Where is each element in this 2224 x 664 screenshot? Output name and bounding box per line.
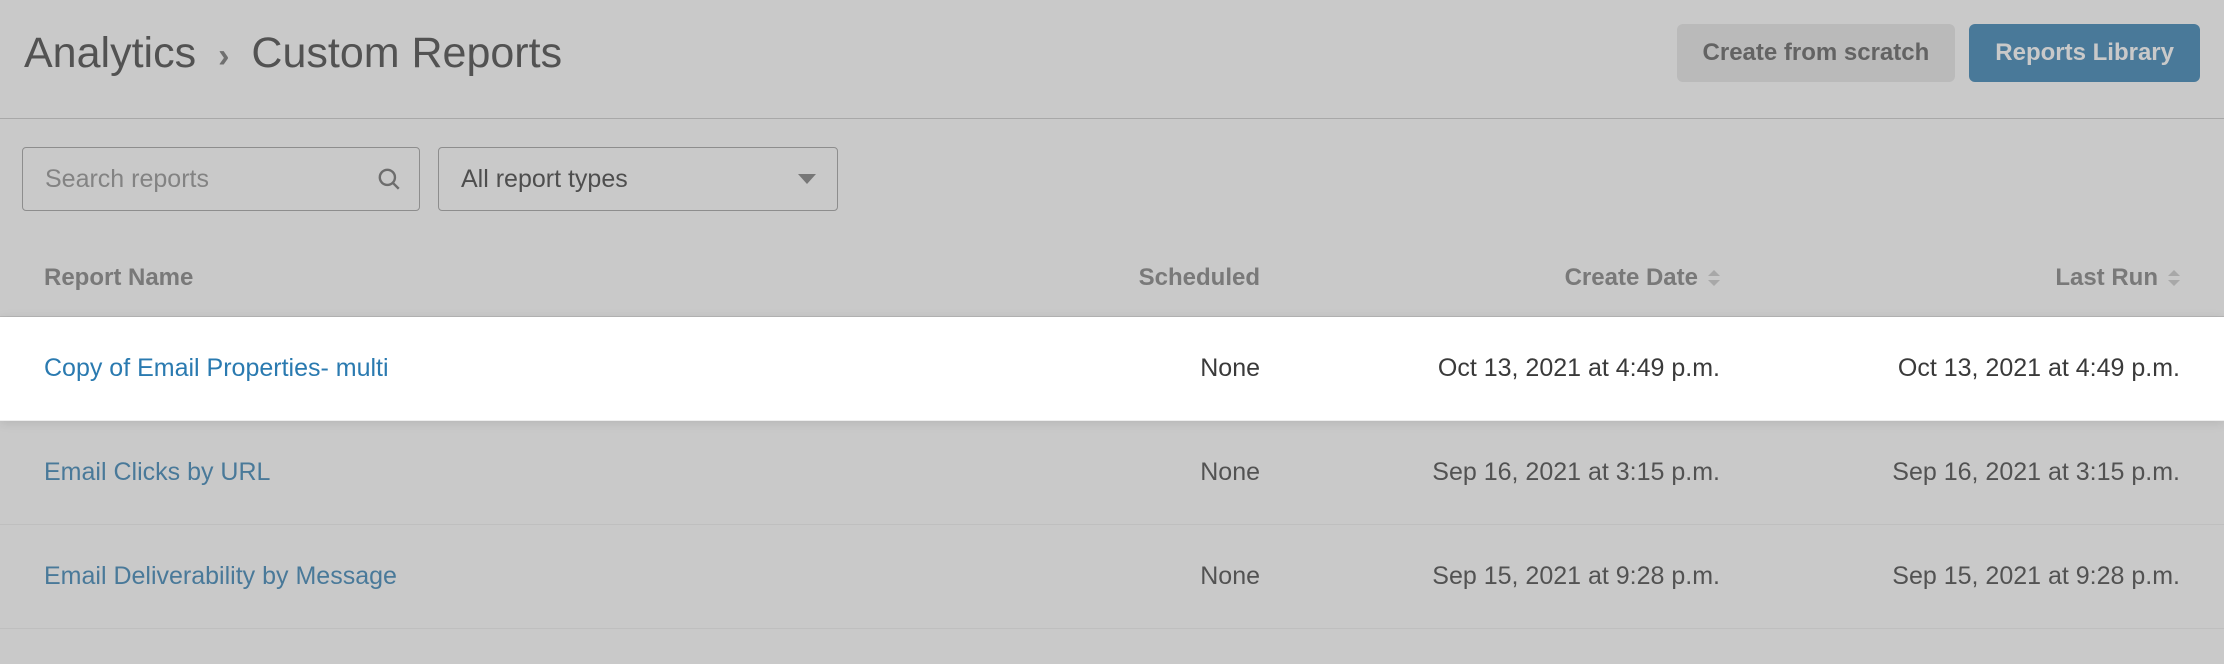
sort-icon: [1708, 272, 1720, 284]
scheduled-cell: None: [1200, 458, 1260, 487]
search-wrap: [22, 147, 420, 211]
column-header-last-run-label: Last Run: [2055, 264, 2158, 292]
scheduled-cell: None: [1200, 562, 1260, 591]
last-run-cell: Sep 15, 2021 at 9:28 p.m.: [1892, 562, 2180, 591]
last-run-cell: Sep 16, 2021 at 3:15 p.m.: [1892, 458, 2180, 487]
search-icon: [376, 166, 402, 192]
column-header-create-date-label: Create Date: [1565, 264, 1698, 292]
create-from-scratch-button[interactable]: Create from scratch: [1677, 24, 1956, 82]
breadcrumb: Analytics › Custom Reports: [24, 29, 562, 78]
report-name-link[interactable]: Email Deliverability by Message: [44, 562, 980, 591]
create-date-cell: Oct 13, 2021 at 4:49 p.m.: [1438, 354, 1720, 383]
search-input[interactable]: [22, 147, 420, 211]
report-type-filter-label: All report types: [461, 165, 628, 194]
create-date-cell: Sep 15, 2021 at 9:28 p.m.: [1432, 562, 1720, 591]
column-header-create-date[interactable]: Create Date: [1565, 264, 1720, 292]
page-header: Analytics › Custom Reports Create from s…: [0, 0, 2224, 119]
sort-icon: [2168, 272, 2180, 284]
table-header: Report Name Scheduled Create Date Last R…: [0, 239, 2224, 317]
last-run-cell: Oct 13, 2021 at 4:49 p.m.: [1898, 354, 2180, 383]
table-body: Copy of Email Properties- multi None Oct 1…: [0, 317, 2224, 629]
breadcrumb-current: Custom Reports: [251, 29, 562, 78]
chevron-down-icon: [798, 174, 816, 184]
reports-table: Report Name Scheduled Create Date Last R…: [0, 239, 2224, 629]
report-name-link[interactable]: Copy of Email Properties- multi: [44, 354, 980, 383]
breadcrumb-separator: ›: [218, 37, 229, 76]
column-header-name[interactable]: Report Name: [44, 264, 980, 292]
header-actions: Create from scratch Reports Library: [1677, 24, 2200, 82]
report-type-filter[interactable]: All report types: [438, 147, 838, 211]
table-row: Copy of Email Properties- multi None Oct 1…: [0, 317, 2224, 421]
table-row: Email Deliverability by Message None Sep 1…: [0, 525, 2224, 629]
scheduled-cell: None: [1200, 354, 1260, 383]
column-header-scheduled-label: Scheduled: [1139, 264, 1260, 292]
report-name-link[interactable]: Email Clicks by URL: [44, 458, 980, 487]
column-header-last-run[interactable]: Last Run: [2055, 264, 2180, 292]
column-header-scheduled[interactable]: Scheduled: [1139, 264, 1260, 292]
breadcrumb-root[interactable]: Analytics: [24, 29, 196, 78]
table-row: Email Clicks by URL None Sep 16, 2021 at 3…: [0, 421, 2224, 525]
reports-library-button[interactable]: Reports Library: [1969, 24, 2200, 82]
filters-bar: All report types: [0, 119, 2224, 239]
create-date-cell: Sep 16, 2021 at 3:15 p.m.: [1432, 458, 1720, 487]
